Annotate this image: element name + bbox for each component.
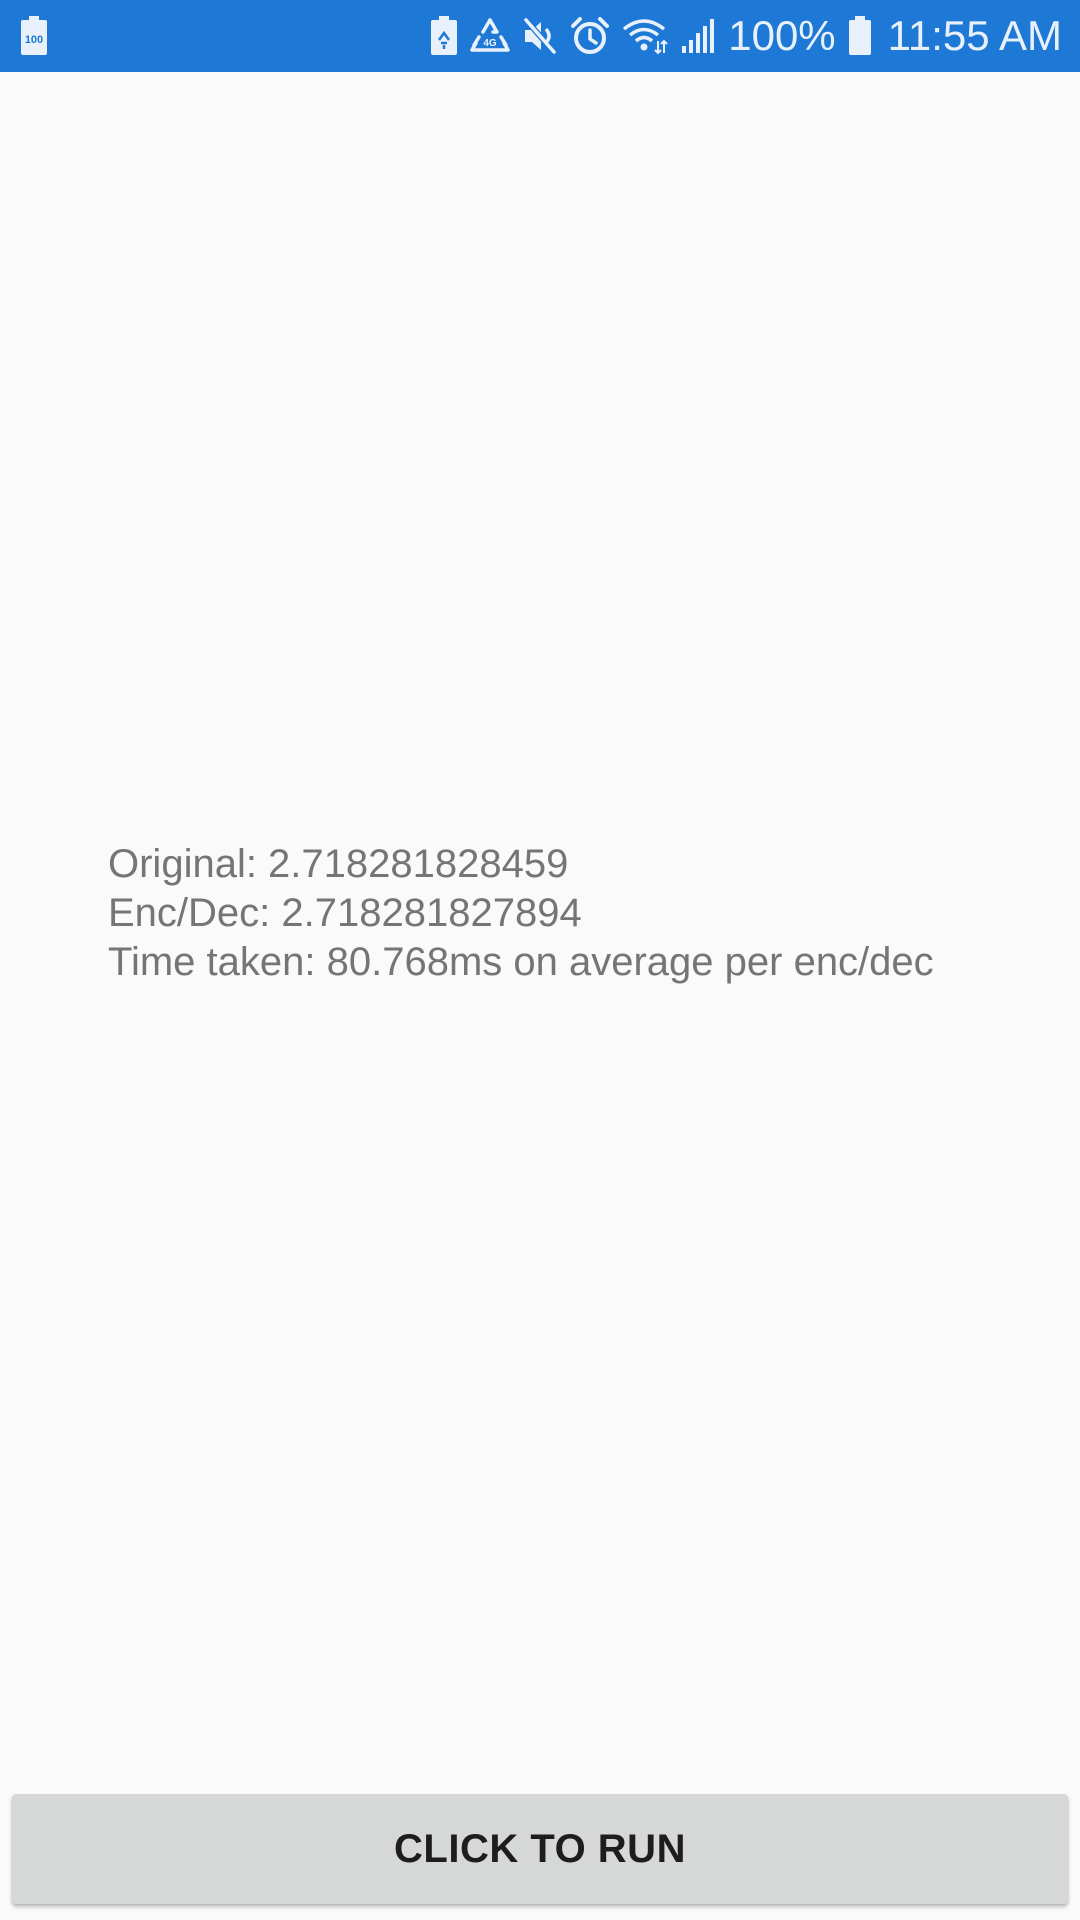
- app-screen: 100 4G 100% 11:55 AM Original: 2.7182818…: [0, 0, 1080, 1920]
- clock-time: 11:55 AM: [887, 12, 1062, 59]
- results-text: Original: 2.718281828459 Enc/Dec: 2.7182…: [108, 840, 1008, 987]
- svg-text:4G: 4G: [484, 38, 498, 49]
- recycle-icon: 4G: [470, 17, 510, 55]
- battery-percent: 100%: [728, 12, 836, 59]
- status-bar: 100 4G 100% 11:55 AM: [0, 0, 1080, 72]
- battery-badge-text: 100: [25, 34, 43, 46]
- battery-100-icon: 100: [20, 16, 48, 56]
- battery-icon: [848, 16, 872, 56]
- enc-dec-value: Enc/Dec: 2.718281827894: [108, 891, 582, 935]
- wifi-icon: [622, 17, 668, 55]
- battery-saver-icon: [430, 16, 458, 56]
- alarm-icon: [570, 16, 610, 56]
- original-value: Original: 2.718281828459: [108, 842, 569, 886]
- time-taken-value: Time taken: 80.768ms on average per enc/…: [108, 940, 934, 984]
- signal-icon: [680, 18, 716, 54]
- mute-icon: [522, 17, 558, 55]
- run-button[interactable]: CLICK TO RUN: [12, 1794, 1068, 1904]
- status-bar-right: 4G 100% 11:55 AM: [430, 0, 1062, 72]
- status-bar-left: 100: [20, 14, 48, 58]
